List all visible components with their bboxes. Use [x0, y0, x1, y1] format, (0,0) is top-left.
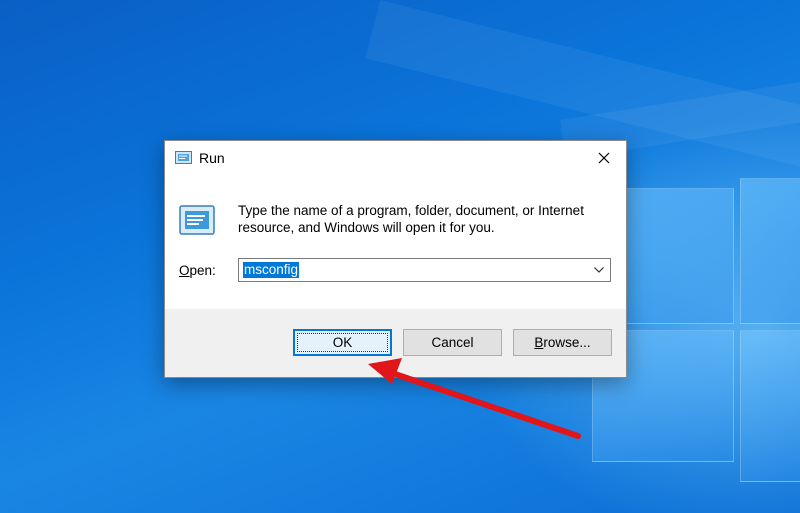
- window-title: Run: [199, 150, 225, 166]
- windows-logo-pane: [740, 330, 800, 482]
- browse-button-label: Browse...: [534, 335, 590, 350]
- dialog-description: Type the name of a program, folder, docu…: [238, 203, 584, 235]
- button-bar: OK Cancel Browse...: [165, 309, 626, 377]
- browse-button[interactable]: Browse...: [513, 329, 612, 356]
- run-dialog: Run Type the name of a program, folder, …: [164, 140, 627, 378]
- ok-button[interactable]: OK: [293, 329, 392, 356]
- close-button[interactable]: [582, 141, 626, 175]
- chevron-down-icon: [594, 267, 604, 273]
- title-bar[interactable]: Run: [165, 141, 626, 175]
- windows-logo-pane: [740, 178, 800, 324]
- cancel-button[interactable]: Cancel: [403, 329, 502, 356]
- open-label-accesskey: O: [179, 263, 190, 278]
- run-icon: [175, 151, 192, 164]
- open-label-text: pen:: [189, 263, 216, 278]
- browse-label-text: rowse...: [543, 335, 591, 350]
- close-icon: [598, 152, 610, 164]
- ok-button-label: OK: [332, 335, 353, 350]
- cancel-button-label: Cancel: [431, 335, 474, 350]
- open-input-value[interactable]: msconfig: [243, 262, 300, 278]
- dropdown-button[interactable]: [590, 261, 608, 279]
- open-combobox[interactable]: msconfig: [238, 258, 611, 282]
- run-icon: [179, 205, 215, 235]
- open-label: Open:: [179, 263, 216, 278]
